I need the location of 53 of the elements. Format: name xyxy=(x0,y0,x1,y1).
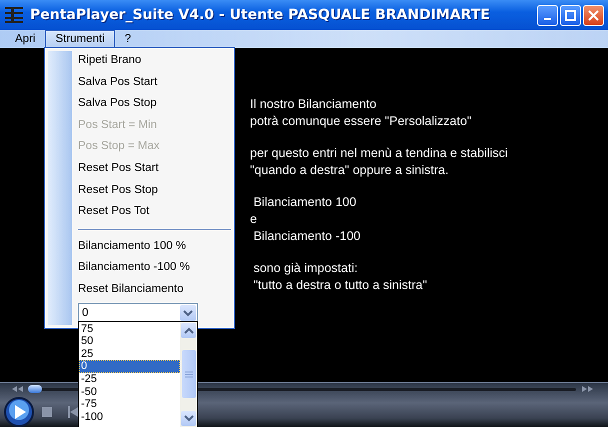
message-line: per questo entri nel menù a tendina e stabilisci xyxy=(250,145,509,162)
menu-item[interactable]: ? xyxy=(114,30,142,48)
dropdown-value: 0 xyxy=(82,306,90,319)
dropdown-option[interactable]: -25 xyxy=(79,372,180,386)
window-title: PentaPlayer_Suite V4.0 - Utente PASQUALE BRANDIMARTE xyxy=(30,7,491,23)
scrollbar[interactable] xyxy=(180,322,197,427)
menu-item[interactable]: Ripeti Brano xyxy=(78,50,231,72)
dropdown-option[interactable]: 75 xyxy=(79,322,180,336)
menu-item[interactable]: Reset Pos Start xyxy=(78,158,231,180)
menu-item[interactable]: Salva Pos Start xyxy=(78,72,231,94)
dropdown-button[interactable] xyxy=(180,304,196,321)
message-line: Bilanciamento 100 xyxy=(252,194,358,211)
minimize-icon xyxy=(544,18,551,20)
message-line: potrà comunque essere "Persolalizzato" xyxy=(250,113,472,130)
message-line: "quando a destra" oppure a sinistra. xyxy=(250,162,450,179)
scroll-thumb[interactable] xyxy=(182,350,196,398)
message-line: "tutto a destra o tutto a sinistra" xyxy=(252,277,428,294)
message-line: e xyxy=(250,211,258,228)
message-line: sono già impostati: xyxy=(252,260,359,277)
play-button[interactable] xyxy=(4,397,34,427)
menu-item: Pos Start = Min xyxy=(78,118,158,133)
fast-forward-icon[interactable] xyxy=(582,386,594,392)
dropdown-option[interactable]: 0 xyxy=(79,360,180,373)
minimize-button[interactable] xyxy=(537,4,558,26)
dropdown-option[interactable]: 25 xyxy=(79,348,180,360)
maximize-button[interactable] xyxy=(560,4,581,26)
chevron-down-icon xyxy=(183,308,193,317)
menu-item[interactable]: Reset Pos Tot xyxy=(78,201,231,223)
chevron-down-icon xyxy=(184,414,194,422)
scroll-down-button[interactable] xyxy=(181,410,196,426)
chevron-up-icon xyxy=(184,326,194,334)
close-icon xyxy=(588,10,599,20)
menu-item[interactable]: Bilanciamento 100 % xyxy=(78,236,231,258)
dropdown-option[interactable]: -50 xyxy=(79,386,180,398)
close-button[interactable] xyxy=(583,4,604,26)
menu-item[interactable]: Bilanciamento -100 % xyxy=(78,257,231,279)
dropdown-option[interactable]: -75 xyxy=(79,398,180,411)
rewind-icon[interactable] xyxy=(12,386,24,392)
dropdown-option[interactable]: -100 xyxy=(79,410,180,424)
scroll-up-button[interactable] xyxy=(181,322,196,338)
menu-item[interactable]: Reset Bilanciamento xyxy=(78,278,231,301)
app-icon xyxy=(4,5,24,25)
maximize-icon xyxy=(565,10,576,20)
message-line: Bilanciamento -100 xyxy=(252,228,362,245)
menu-item[interactable]: Reset Pos Stop xyxy=(78,180,231,202)
menu-item[interactable]: Apri xyxy=(5,30,46,48)
menu-item[interactable]: Strumenti xyxy=(45,30,115,48)
message-line: Il nostro Bilanciamento xyxy=(250,96,378,113)
grip-icon xyxy=(184,370,192,378)
menu-item: Pos Stop = Max xyxy=(78,139,160,154)
seek-thumb[interactable] xyxy=(28,385,42,393)
dropdown-option[interactable]: 50 xyxy=(79,335,180,348)
menu-item[interactable]: Salva Pos Stop xyxy=(78,93,231,115)
